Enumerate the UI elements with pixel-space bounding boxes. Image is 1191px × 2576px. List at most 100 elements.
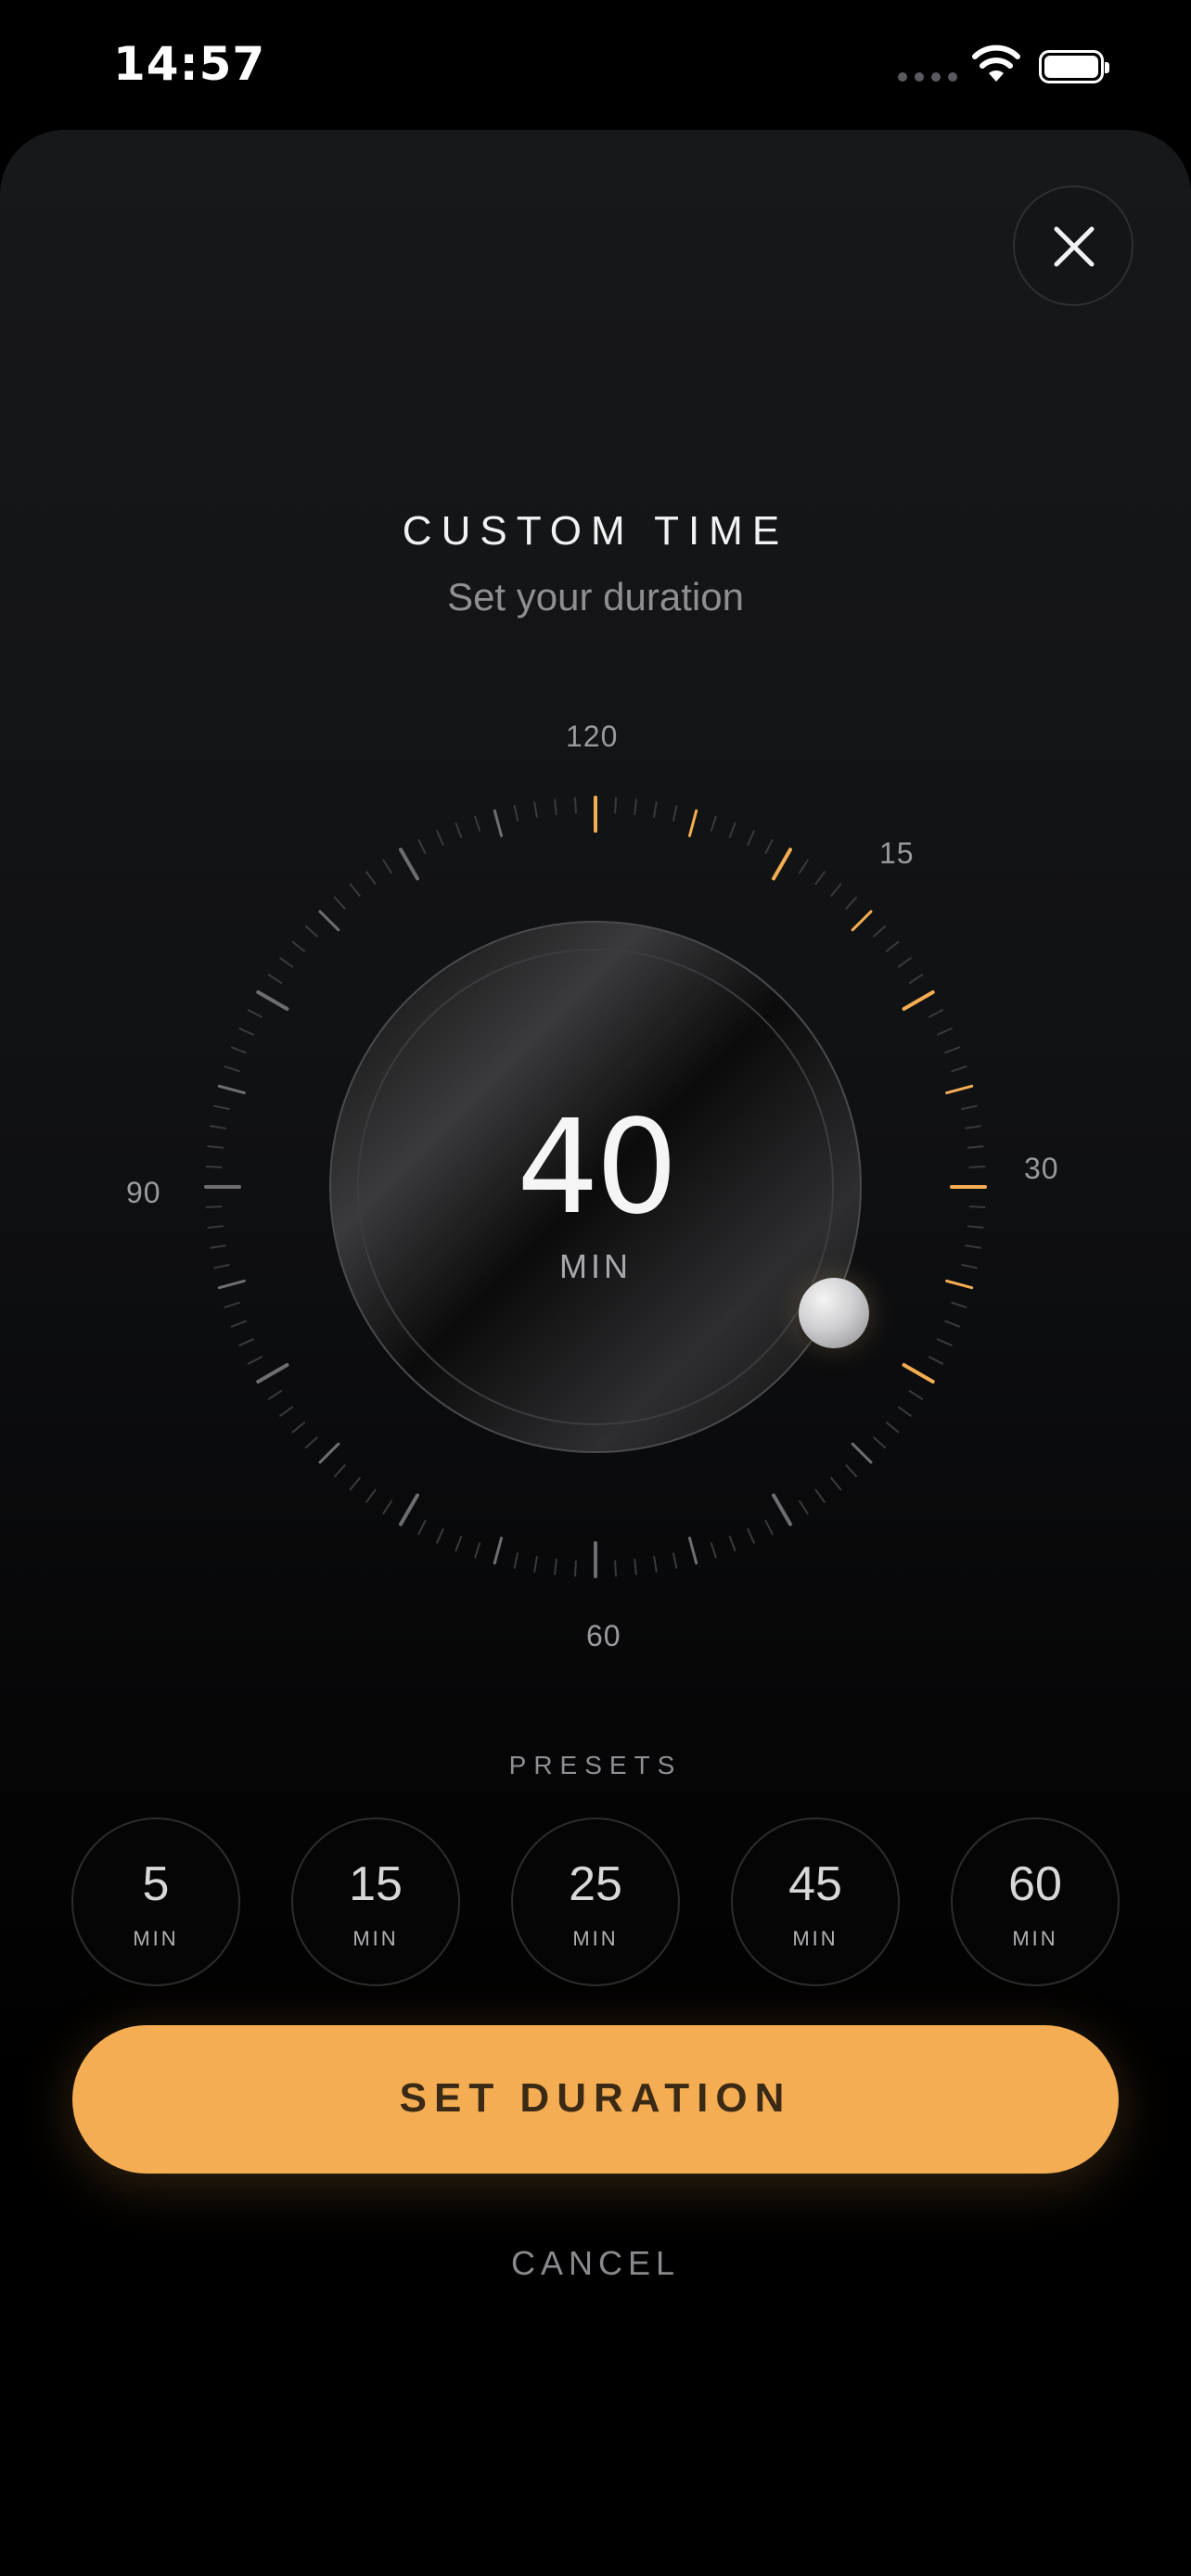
preset-value: 15 bbox=[349, 1857, 403, 1911]
dial-tick bbox=[318, 910, 340, 932]
dial-tick bbox=[382, 859, 392, 874]
dial-tick bbox=[455, 1536, 463, 1552]
dial-label-120: 120 bbox=[566, 720, 619, 753]
dial-tick bbox=[417, 838, 427, 855]
dial-tick bbox=[224, 1301, 240, 1308]
dial-tick bbox=[814, 871, 826, 886]
dial-tick bbox=[951, 1065, 967, 1073]
dial-tick bbox=[897, 1406, 912, 1417]
preset-value: 5 bbox=[142, 1857, 170, 1911]
dial-tick bbox=[230, 1046, 247, 1054]
dial-tick bbox=[764, 1519, 774, 1536]
preset-unit: MIN bbox=[572, 1927, 619, 1950]
dial-tick bbox=[349, 1476, 361, 1491]
dial-tick bbox=[247, 1009, 263, 1018]
dial-tick bbox=[574, 1560, 577, 1577]
dial-tick bbox=[728, 1536, 736, 1552]
dial-tick bbox=[873, 925, 887, 937]
dial-tick bbox=[747, 1528, 755, 1544]
dial-tick bbox=[851, 1442, 873, 1464]
dial-tick bbox=[945, 1084, 974, 1095]
dial-tick bbox=[554, 798, 557, 816]
preset-45-min-button[interactable]: 45 MIN bbox=[731, 1817, 900, 1986]
dial-tick bbox=[928, 1356, 944, 1365]
dial-tick bbox=[937, 1027, 953, 1036]
duration-unit: MIN bbox=[559, 1247, 632, 1285]
dial-tick bbox=[902, 1363, 935, 1384]
duration-value: 40 bbox=[516, 1092, 678, 1243]
dial-tick bbox=[304, 1436, 318, 1449]
dial-tick bbox=[614, 797, 617, 814]
preset-15-min-button[interactable]: 15 MIN bbox=[291, 1817, 460, 1986]
dial-tick bbox=[365, 871, 377, 886]
dial-tick bbox=[493, 809, 504, 837]
dial-knob-handle[interactable] bbox=[799, 1278, 869, 1348]
dial-tick bbox=[687, 809, 698, 837]
presets-label: PRESETS bbox=[508, 1751, 683, 1779]
dial-tick bbox=[224, 1065, 240, 1073]
dial-tick bbox=[764, 838, 774, 855]
dial-tick bbox=[873, 1436, 887, 1449]
dial-tick bbox=[333, 896, 346, 910]
dial-tick bbox=[399, 848, 419, 881]
dial-tick bbox=[897, 957, 912, 968]
dial-tick bbox=[814, 1488, 826, 1503]
dial-tick bbox=[217, 1084, 246, 1095]
preset-unit: MIN bbox=[133, 1927, 179, 1950]
dial-tick bbox=[728, 822, 736, 838]
close-icon bbox=[1054, 226, 1095, 267]
cancel-button[interactable]: CANCEL bbox=[0, 2244, 1191, 2283]
dial-tick bbox=[830, 883, 842, 898]
dial-tick bbox=[349, 883, 361, 898]
set-duration-button[interactable]: SET DURATION bbox=[72, 2025, 1119, 2174]
preset-value: 45 bbox=[788, 1857, 842, 1911]
dial-tick bbox=[908, 974, 924, 984]
dial-tick bbox=[672, 1552, 678, 1569]
dial-tick bbox=[256, 1363, 289, 1384]
dial-label-15: 15 bbox=[879, 836, 915, 870]
dial-tick bbox=[614, 1560, 617, 1577]
close-button[interactable] bbox=[1013, 185, 1133, 306]
dial-tick bbox=[279, 1406, 294, 1417]
dial-tick bbox=[885, 1422, 900, 1434]
dial-tick bbox=[436, 830, 444, 846]
dial-tick bbox=[554, 1558, 557, 1575]
dial-tick bbox=[885, 940, 900, 952]
dial-tick bbox=[937, 1338, 953, 1346]
wifi-icon bbox=[972, 45, 1020, 82]
dial-tick bbox=[474, 815, 481, 832]
sheet-subtitle: Set your duration bbox=[447, 575, 744, 618]
preset-value: 60 bbox=[1008, 1857, 1062, 1911]
dial-tick bbox=[279, 957, 294, 968]
dial-tick bbox=[436, 1528, 444, 1544]
dial-tick bbox=[304, 925, 318, 937]
dial-tick bbox=[634, 1558, 637, 1575]
preset-60-min-button[interactable]: 60 MIN bbox=[951, 1817, 1120, 1986]
dial-tick bbox=[574, 797, 577, 814]
dial-tick bbox=[653, 801, 658, 818]
dial-tick bbox=[247, 1356, 263, 1365]
preset-unit: MIN bbox=[1012, 1927, 1058, 1950]
preset-25-min-button[interactable]: 25 MIN bbox=[511, 1817, 680, 1986]
dial-label-60: 60 bbox=[586, 1619, 621, 1652]
sheet-title: CUSTOM TIME bbox=[402, 508, 789, 554]
dial-tick bbox=[747, 830, 755, 846]
dial-tick bbox=[513, 805, 519, 822]
dial-tick bbox=[845, 896, 858, 910]
preset-unit: MIN bbox=[352, 1927, 399, 1950]
dial-tick bbox=[799, 1499, 809, 1515]
dial-tick bbox=[291, 940, 306, 952]
dial-tick bbox=[333, 1464, 346, 1478]
dial-tick bbox=[772, 1493, 792, 1526]
dial-tick bbox=[672, 805, 678, 822]
dial-tick bbox=[851, 910, 873, 932]
preset-value: 25 bbox=[569, 1857, 622, 1911]
dial-tick bbox=[710, 815, 717, 832]
preset-5-min-button[interactable]: 5 MIN bbox=[71, 1817, 240, 1986]
dial-tick bbox=[318, 1442, 340, 1464]
dial-tick bbox=[830, 1476, 842, 1491]
dial-tick bbox=[455, 822, 463, 838]
dial-tick bbox=[951, 1301, 967, 1308]
battery-icon bbox=[1039, 50, 1109, 83]
dial-tick bbox=[908, 1390, 924, 1400]
